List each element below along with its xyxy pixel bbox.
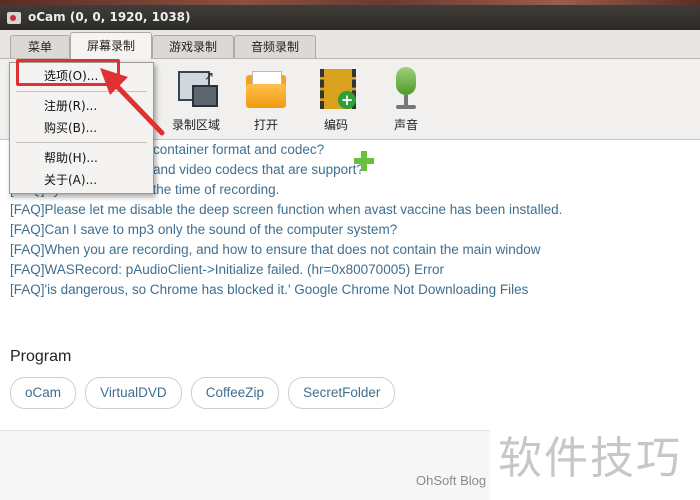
move-cursor-icon <box>352 149 376 173</box>
blog-link[interactable]: OhSoft Blog <box>416 473 486 488</box>
tab-game-record[interactable]: 游戏录制 <box>152 35 234 58</box>
film-encode-icon: + <box>314 67 358 111</box>
title-bar[interactable]: oCam (0, 0, 1920, 1038) <box>0 5 700 30</box>
encode-label: 编码 <box>323 118 348 132</box>
app-icon <box>7 12 21 24</box>
tab-menu[interactable]: 菜单 <box>10 35 70 58</box>
microphone-icon <box>384 67 428 111</box>
program-list: oCam VirtualDVD CoffeeZip SecretFolder <box>10 377 399 409</box>
tab-audio-record[interactable]: 音频录制 <box>234 35 316 58</box>
open-button[interactable]: 打开 <box>236 67 296 133</box>
menu-separator <box>16 91 147 92</box>
menu-item-buy[interactable]: 购买(B)... <box>11 118 152 138</box>
open-label: 打开 <box>253 118 278 132</box>
menu-item-about[interactable]: 关于(A)... <box>11 170 152 190</box>
program-ocam-button[interactable]: oCam <box>10 377 77 409</box>
program-secretfolder-button[interactable]: SecretFolder <box>288 377 396 409</box>
program-coffeezip-button[interactable]: CoffeeZip <box>190 377 280 409</box>
options-highlight-box <box>16 59 120 86</box>
record-region-button[interactable]: ↗ 录制区域 <box>166 67 226 133</box>
window-title: oCam (0, 0, 1920, 1038) <box>28 10 191 24</box>
program-heading: Program <box>10 348 72 365</box>
encode-button[interactable]: + 编码 <box>306 67 366 133</box>
tab-bar: 菜单 屏幕录制 游戏录制 音频录制 <box>0 30 700 59</box>
record-region-icon: ↗ <box>174 67 218 111</box>
sound-label: 声音 <box>393 118 418 132</box>
faq-item[interactable]: [FAQ]Please let me disable the deep scre… <box>10 200 690 220</box>
menu-item-help[interactable]: 帮助(H)... <box>11 148 152 168</box>
menu-item-register[interactable]: 注册(R)... <box>11 96 152 116</box>
menu-separator <box>16 142 147 143</box>
faq-item[interactable]: [FAQ]When you are recording, and how to … <box>10 240 690 260</box>
tab-screen-record[interactable]: 屏幕录制 <box>70 32 152 59</box>
faq-item[interactable]: [FAQ]'is dangerous, so Chrome has blocke… <box>10 280 690 300</box>
faq-item[interactable]: [FAQ]WASRecord: pAudioClient->Initialize… <box>10 260 690 280</box>
folder-icon <box>244 67 288 111</box>
program-virtualdvd-button[interactable]: VirtualDVD <box>85 377 182 409</box>
sound-button[interactable]: 声音 <box>376 67 436 133</box>
faq-item[interactable]: [FAQ]Can I save to mp3 only the sound of… <box>10 220 690 240</box>
record-region-label: 录制区域 <box>171 118 220 132</box>
watermark: 软件技巧 <box>490 414 700 500</box>
